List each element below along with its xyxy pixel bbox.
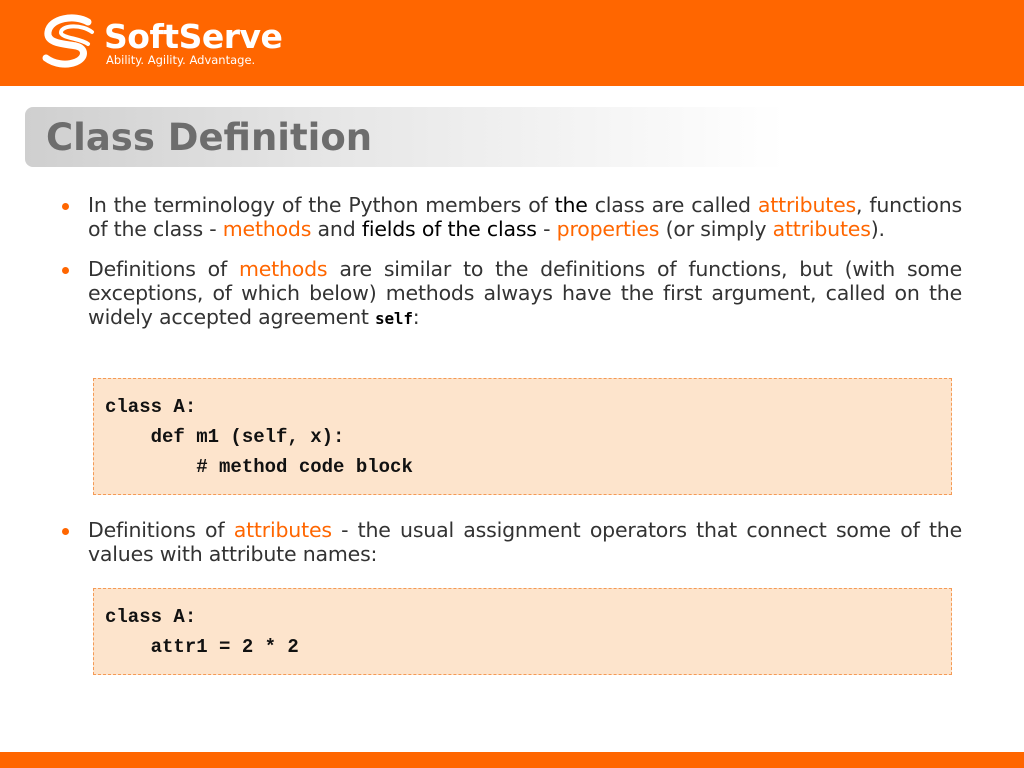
bullet-text: Definitions of: [88, 518, 234, 542]
highlighted-term: methods: [222, 217, 312, 241]
highlighted-term: attributes: [772, 217, 871, 241]
softserve-s-icon: [42, 14, 94, 68]
bullet-text: -: [536, 217, 557, 241]
highlighted-term: methods: [238, 257, 328, 281]
bullet-text: ).: [870, 217, 885, 241]
slide-title: Class Definition: [46, 116, 373, 159]
slide-content: In the terminology of the Python members…: [62, 193, 962, 566]
bullet-dot: [62, 267, 69, 274]
bullet-dot: [62, 528, 69, 535]
softserve-logo: SoftServe Ability. Agility. Advantage.: [40, 12, 283, 74]
code-block-2: class A: attr1 = 2 * 2: [93, 588, 952, 675]
bullet-text: and: [311, 217, 362, 241]
bullet-text: Definitions of: [88, 257, 239, 281]
highlighted-term: properties: [556, 217, 660, 241]
bullet-2: Definitions of methods are similar to th…: [62, 257, 962, 331]
bullet-text: :: [412, 305, 420, 329]
bullet-text: In the terminology of the Python members…: [88, 193, 555, 217]
inline-code: self: [375, 309, 413, 328]
footer-bar: [0, 752, 1024, 768]
bullet-3: Definitions of attributes - the usual as…: [62, 518, 962, 566]
bullet-text: (or simply: [659, 217, 773, 241]
bullet-dot: [62, 203, 69, 210]
bullet-1: In the terminology of the Python members…: [62, 193, 962, 241]
brand-name: SoftServe: [104, 16, 283, 56]
header-bar: SoftServe Ability. Agility. Advantage.: [0, 0, 1024, 86]
bullet-text: class are called: [587, 193, 758, 217]
code-block-1: class A: def m1 (self, x): # method code…: [93, 378, 952, 495]
highlighted-term: attributes: [233, 518, 332, 542]
bullet-text: fields of the class: [361, 217, 537, 241]
highlighted-term: attributes: [757, 193, 857, 217]
bullet-text: the: [554, 193, 588, 217]
